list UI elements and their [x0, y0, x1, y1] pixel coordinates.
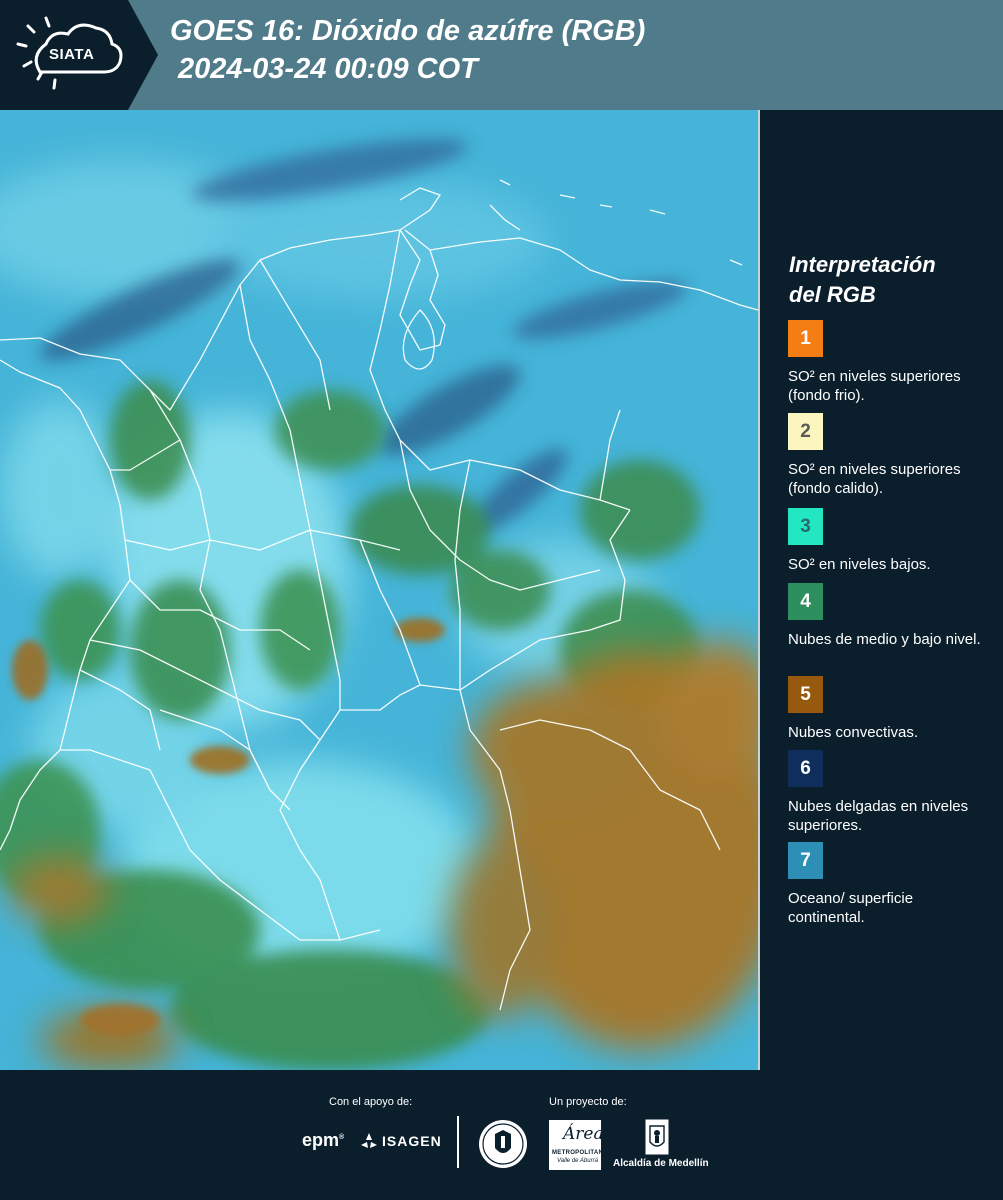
- legend-swatch-5: 5: [788, 676, 823, 713]
- legend-swatch-2: 2: [788, 413, 823, 450]
- legend-text-1: SO² en niveles superiores (fondo frio).: [788, 368, 961, 404]
- legend-text-6: Nubes delgadas en niveles superiores.: [788, 798, 969, 834]
- legend-item-5: 5 Nubes convectivas.: [788, 676, 993, 761]
- area-logo-word: Área: [563, 1124, 604, 1144]
- page-timestamp: 2024-03-24 00:09 COT: [178, 53, 478, 85]
- siata-logo[interactable]: SIATA: [0, 0, 158, 110]
- legend-title-line2: del RGB: [789, 282, 876, 307]
- legend-item-4: 4 Nubes de medio y bajo nivel.: [788, 583, 993, 668]
- support-label: Con el apoyo de:: [329, 1096, 413, 1108]
- footer: Con el apoyo de: Un proyecto de: epm® IS…: [0, 1070, 1003, 1200]
- page-title: GOES 16: Dióxido de azúfre (RGB): [170, 15, 646, 47]
- alcaldia-label: Alcaldía de Medellín: [613, 1158, 709, 1169]
- legend-panel: Interpretación del RGB 1 SO² en niveles …: [760, 110, 1003, 1070]
- header: SIATA GOES 16: Dióxido de azúfre (RGB) 2…: [0, 0, 1003, 110]
- project-label: Un proyecto de:: [549, 1096, 627, 1108]
- legend-swatch-7: 7: [788, 842, 823, 879]
- satellite-map[interactable]: [0, 110, 758, 1070]
- legend-text-2: SO² en niveles superiores (fondo calido)…: [788, 461, 961, 497]
- isagen-icon: [361, 1133, 377, 1148]
- university-seal-icon[interactable]: [477, 1118, 529, 1170]
- legend-swatch-6: 6: [788, 750, 823, 787]
- satellite-image: [0, 110, 758, 1070]
- legend-swatch-1: 1: [788, 320, 823, 357]
- isagen-logo-text: ISAGEN: [382, 1133, 442, 1149]
- legend-title: Interpretación del RGB: [789, 250, 989, 310]
- area-logo-line1: METROPOLITANA: [552, 1150, 608, 1156]
- alcaldia-shield-icon[interactable]: [644, 1118, 670, 1156]
- legend-swatch-4: 4: [788, 583, 823, 620]
- legend-item-6: 6 Nubes delgadas en niveles superiores.: [788, 750, 993, 835]
- footer-divider: [457, 1116, 459, 1168]
- siata-logo-text: SIATA: [49, 46, 95, 63]
- legend-item-7: 7 Oceano/ superficie continental.: [788, 842, 993, 927]
- legend-item-2: 2 SO² en niveles superiores (fondo calid…: [788, 413, 993, 498]
- epm-logo[interactable]: epm®: [302, 1130, 344, 1151]
- epm-logo-text: epm: [302, 1130, 340, 1150]
- legend-text-4: Nubes de medio y bajo nivel.: [788, 631, 981, 648]
- area-logo-line2: Valle de Aburrá: [557, 1158, 598, 1164]
- legend-swatch-3: 3: [788, 508, 823, 545]
- legend-text-7: Oceano/ superficie continental.: [788, 890, 914, 926]
- legend-item-3: 3 SO² en niveles bajos.: [788, 508, 993, 593]
- area-metropolitana-logo[interactable]: Área METROPOLITANA Valle de Aburrá: [549, 1120, 607, 1170]
- legend-title-line1: Interpretación: [789, 252, 936, 277]
- legend-item-1: 1 SO² en niveles superiores (fondo frio)…: [788, 320, 993, 405]
- isagen-logo[interactable]: ISAGEN: [360, 1132, 442, 1150]
